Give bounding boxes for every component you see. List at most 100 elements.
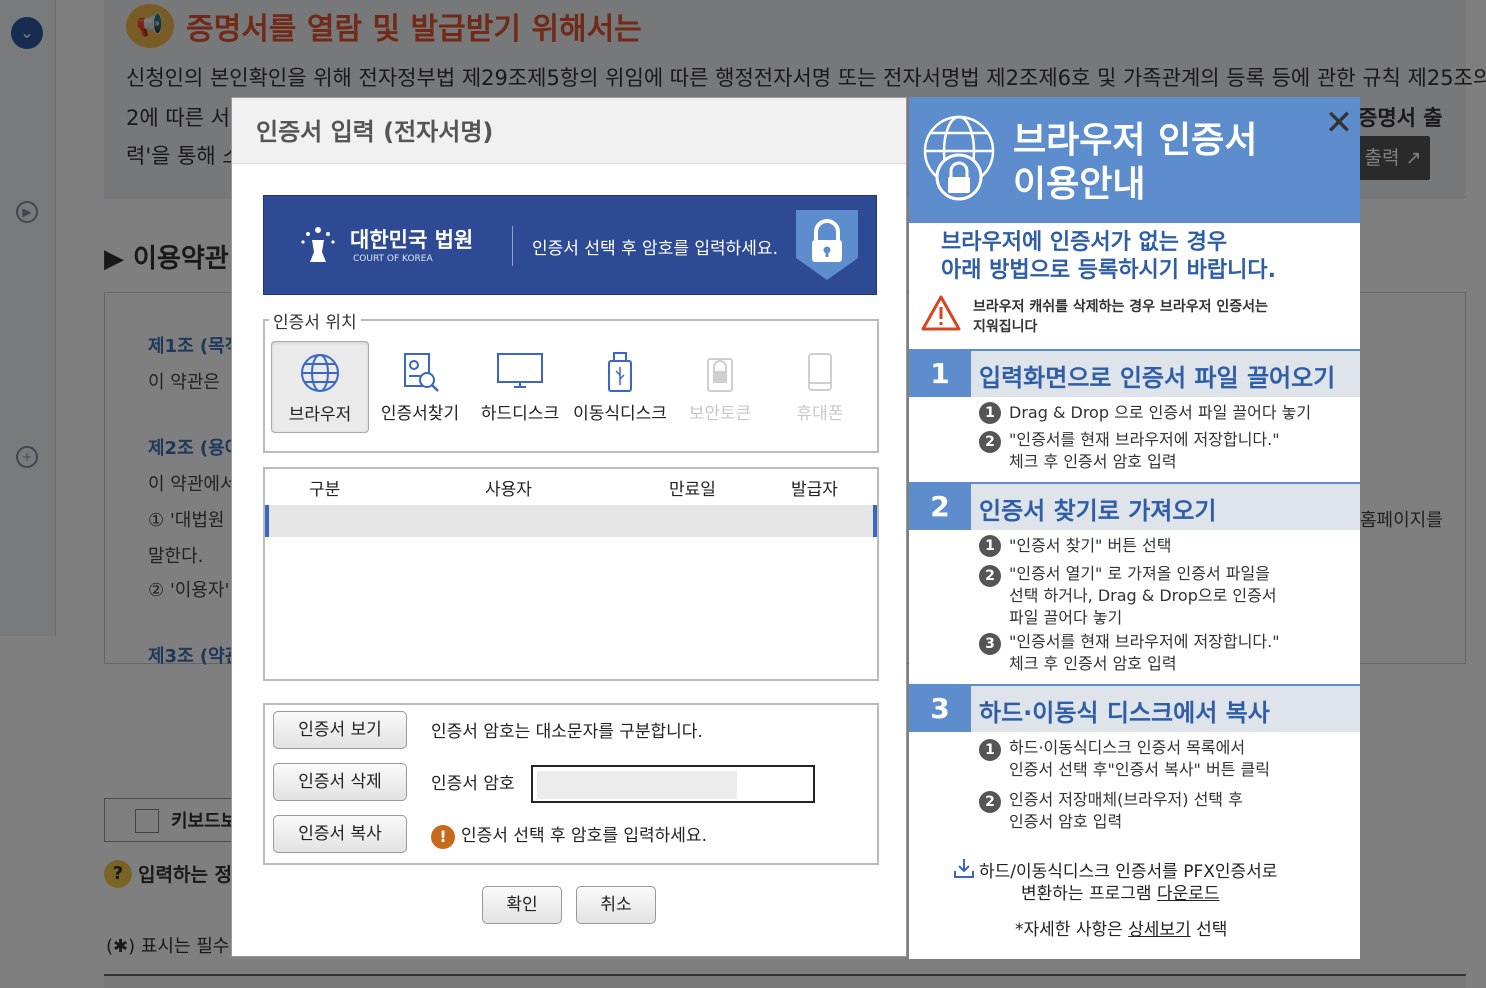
step-bullet: 2 <box>979 791 1001 813</box>
step-number: 1 <box>909 351 971 397</box>
view-certificate-button[interactable]: 인증서 보기 <box>273 711 407 749</box>
cache-warning-line: 지워집니다 <box>973 319 1038 335</box>
monitor-icon <box>497 353 543 388</box>
step-item-line: "인증서 열기" 로 가져올 인증서 파일을 <box>1009 564 1270 583</box>
warning-text: 인증서 선택 후 암호를 입력하세요. <box>461 826 707 846</box>
guide-subtitle-line: 브라우저에 인증서가 없는 경우 <box>941 230 1228 255</box>
location-label: 보안토큰 <box>688 404 752 424</box>
step-item-line: Drag & Drop 으로 인증서 파일 끌어다 놓기 <box>1009 403 1312 422</box>
step-item-line: 하드·이동식디스크 인증서 목록에서 <box>1009 738 1246 757</box>
step-item-line: 체크 후 인증서 암호 입력 <box>1009 452 1177 471</box>
step-bullet: 1 <box>979 739 1001 761</box>
detail-note-suffix: 선택 <box>1190 920 1228 940</box>
step-item-line: 체크 후 인증서 암호 입력 <box>1009 654 1177 673</box>
step-bullet: 2 <box>979 565 1001 587</box>
step-bullet: 3 <box>979 633 1001 655</box>
warning-icon: ! <box>431 825 455 849</box>
certificate-dialog: 인증서 입력 (전자서명) 대한민국 법원 COURT OF KOREA 인증서… <box>231 97 907 957</box>
step-number: 3 <box>909 686 971 732</box>
step-3-header: 3 하드·이동식 디스크에서 복사 <box>909 684 1360 732</box>
column-header: 구분 <box>309 480 341 500</box>
step-item: "인증서 찾기" 버튼 선택 <box>1009 535 1171 557</box>
location-hard-disk[interactable]: 하드디스크 <box>471 341 569 433</box>
case-note: 인증서 암호는 대소문자를 구분합니다. <box>431 722 703 742</box>
ok-button[interactable]: 확인 <box>482 886 562 924</box>
step-item: "인증서 열기" 로 가져올 인증서 파일을 선택 하거나, Drag & Dr… <box>1009 563 1277 629</box>
guide-title-line: 브라우저 인증서 <box>1013 120 1258 161</box>
certificate-table: 구분 사용자 만료일 발급자 <box>263 467 879 681</box>
step-number: 2 <box>909 484 971 530</box>
step-title: 입력화면으로 인증서 파일 끌어오기 <box>979 364 1336 392</box>
step-title: 하드·이동식 디스크에서 복사 <box>979 699 1270 727</box>
copy-certificate-button[interactable]: 인증서 복사 <box>273 815 407 853</box>
password-label: 인증서 암호 <box>431 774 515 794</box>
warning-triangle-icon <box>921 295 961 331</box>
close-icon[interactable]: ✕ <box>1319 103 1359 143</box>
certificate-search-icon <box>404 353 439 392</box>
dialog-title: 인증서 입력 (전자서명) <box>256 118 494 146</box>
step-bullet: 2 <box>979 431 1001 453</box>
step-title: 인증서 찾기로 가져오기 <box>979 497 1217 525</box>
pfx-note-text: 변환하는 프로그램 <box>1021 884 1157 904</box>
download-icon <box>954 859 974 878</box>
location-label: 인증서찾기 <box>380 404 460 424</box>
step-item-line: 인증서 선택 후"인증서 복사" 버튼 클릭 <box>1009 760 1270 779</box>
location-label: 이동식디스크 <box>573 404 667 424</box>
guide-title: 브라우저 인증서 이용안내 <box>1013 119 1257 207</box>
security-token-icon <box>707 358 733 392</box>
step-bullet: 1 <box>979 402 1001 424</box>
cache-warning: 브라우저 캐쉬를 삭제하는 경우 브라우저 인증서는 지워집니다 <box>973 297 1268 337</box>
step-item: 하드·이동식디스크 인증서 목록에서 인증서 선택 후"인증서 복사" 버튼 클… <box>1009 737 1270 781</box>
location-label: 브라우저 <box>288 405 352 425</box>
location-removable-disk[interactable]: 이동식디스크 <box>571 341 669 433</box>
column-header: 사용자 <box>485 480 532 500</box>
guide-subtitle-line: 아래 방법으로 등록하시기 바랍니다. <box>941 258 1276 283</box>
download-link[interactable]: 다운로드 <box>1157 884 1220 904</box>
delete-certificate-button[interactable]: 인증서 삭제 <box>273 763 407 801</box>
step-item: Drag & Drop 으로 인증서 파일 끌어다 놓기 <box>1009 402 1311 424</box>
banner-divider <box>512 226 513 266</box>
step-item: "인증서를 현재 브라우저에 저장합니다." 체크 후 인증서 암호 입력 <box>1009 429 1280 473</box>
step-item: 인증서 저장매체(브라우저) 선택 후 인증서 암호 입력 <box>1009 789 1243 833</box>
step-item-line: "인증서를 현재 브라우저에 저장합니다." <box>1009 430 1280 449</box>
pfx-note-line2: 변환하는 프로그램 다운로드 <box>1021 879 1220 904</box>
cancel-button[interactable]: 취소 <box>576 886 656 924</box>
detail-note: *자세한 사항은 상세보기 선택 <box>1015 915 1227 940</box>
detail-note-text: *자세한 사항은 <box>1015 920 1129 940</box>
detail-link[interactable]: 상세보기 <box>1128 920 1191 940</box>
password-value <box>537 771 737 799</box>
step-item-line: "인증서를 현재 브라우저에 저장합니다." <box>1009 632 1280 651</box>
banner-message: 인증서 선택 후 암호를 입력하세요. <box>532 239 778 259</box>
step-item-line: 인증서 암호 입력 <box>1009 812 1123 831</box>
column-header: 발급자 <box>791 480 838 500</box>
table-row[interactable] <box>265 505 877 537</box>
step-item: "인증서를 현재 브라우저에 저장합니다." 체크 후 인증서 암호 입력 <box>1009 631 1280 675</box>
certificate-location-group: 인증서 위치 브라우저 인증서찾기 하드디스크 이동식디스크 보안토큰 휴대폰 <box>263 308 879 453</box>
column-header: 만료일 <box>669 480 716 500</box>
court-logo-text: 대한민국 법원 <box>350 228 474 252</box>
browser-certificate-guide: 브라우저 인증서 이용안내 ✕ 브라우저에 인증서가 없는 경우 아래 방법으로… <box>909 97 1360 959</box>
guide-subtitle: 브라우저에 인증서가 없는 경우 아래 방법으로 등록하시기 바랍니다. <box>941 229 1276 285</box>
phone-icon <box>808 353 832 391</box>
step-item-line: 선택 하거나, Drag & Drop으로 인증서 <box>1009 586 1277 605</box>
usb-icon <box>608 352 632 392</box>
step-item-line: 파일 끌어다 놓기 <box>1009 608 1123 627</box>
location-cert-search[interactable]: 인증서찾기 <box>371 341 469 433</box>
globe-lock-icon <box>923 115 995 201</box>
step-item-line: "인증서 찾기" 버튼 선택 <box>1009 536 1172 555</box>
court-banner: 대한민국 법원 COURT OF KOREA 인증서 선택 후 암호를 입력하세… <box>263 195 877 295</box>
location-security-token: 보안토큰 <box>671 341 769 433</box>
step-2-header: 2 인증서 찾기로 가져오기 <box>909 482 1360 530</box>
location-phone: 휴대폰 <box>771 341 869 433</box>
certificate-actions: 인증서 보기 인증서 암호는 대소문자를 구분합니다. 인증서 삭제 인증서 암… <box>263 703 879 865</box>
guide-header: 브라우저 인증서 이용안내 <box>909 97 1360 223</box>
globe-icon <box>301 354 339 392</box>
shield-lock-icon <box>796 210 858 280</box>
step-item-line: 인증서 저장매체(브라우저) 선택 후 <box>1009 790 1243 809</box>
location-legend: 인증서 위치 <box>269 308 361 333</box>
guide-title-line: 이용안내 <box>1013 164 1146 205</box>
password-input[interactable] <box>531 765 815 803</box>
location-browser[interactable]: 브라우저 <box>271 341 369 433</box>
court-logo-en: COURT OF KOREA <box>353 254 433 264</box>
step-bullet: 1 <box>979 535 1001 557</box>
